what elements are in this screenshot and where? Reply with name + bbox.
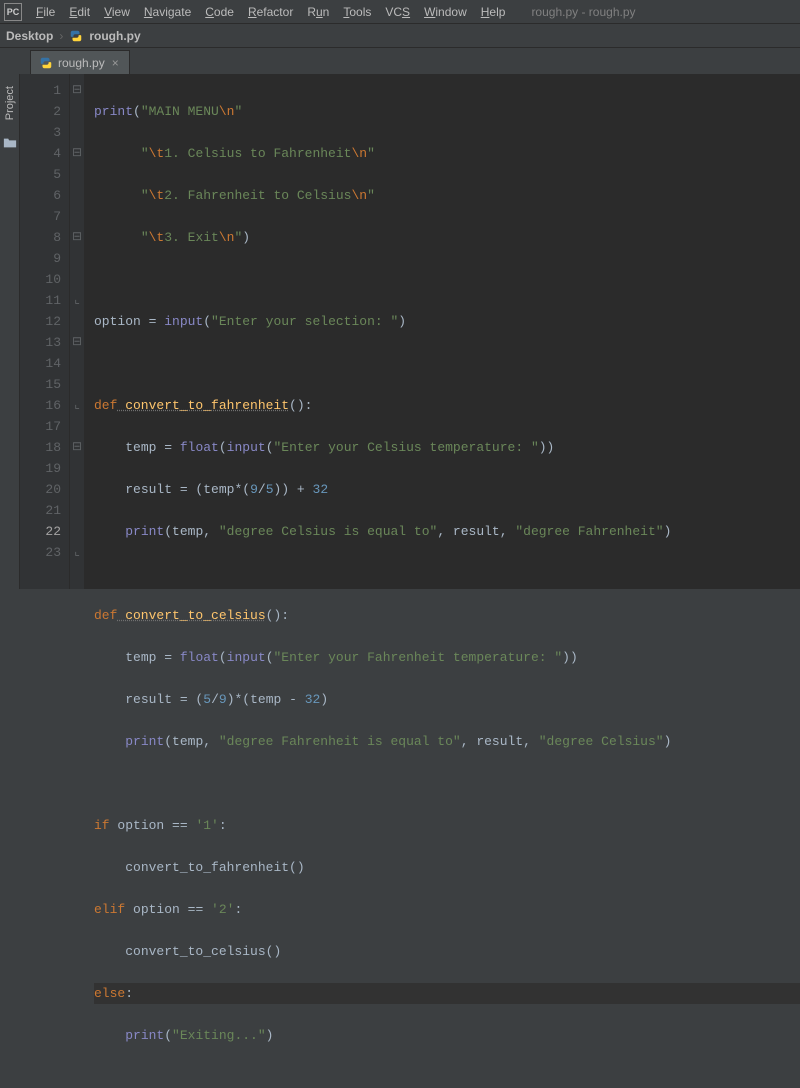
menu-navigate[interactable]: Navigate (138, 3, 197, 21)
code-editor[interactable]: 1234567891011121314151617181920212223 ⊟ … (20, 74, 800, 589)
code-line: if option == '1': (94, 815, 800, 836)
menu-view[interactable]: View (98, 3, 136, 21)
menu-help[interactable]: Help (475, 3, 512, 21)
code-line: result = (5/9)*(temp - 32) (94, 689, 800, 710)
code-line (94, 269, 800, 290)
code-line (94, 353, 800, 374)
code-line: convert_to_fahrenheit() (94, 857, 800, 878)
menu-window[interactable]: Window (418, 3, 473, 21)
tab-rough-py[interactable]: rough.py × (30, 50, 130, 74)
code-line (94, 563, 800, 584)
code-line (94, 773, 800, 794)
python-file-icon (39, 56, 53, 70)
code-line: print("MAIN MENU\n" (94, 101, 800, 122)
code-line: def convert_to_fahrenheit(): (94, 395, 800, 416)
python-file-icon (69, 29, 83, 43)
fold-gutter[interactable]: ⊟ ⊟ ⊟ ⌞ ⊟ ⌞ ⊟ ⌞ (70, 74, 84, 589)
menu-file[interactable]: File (30, 3, 61, 21)
close-icon[interactable]: × (110, 56, 121, 70)
code-line: temp = float(input("Enter your Celsius t… (94, 437, 800, 458)
code-line: print(temp, "degree Fahrenheit is equal … (94, 731, 800, 752)
breadcrumb-file[interactable]: rough.py (89, 29, 140, 43)
code-line: print("Exiting...") (94, 1025, 800, 1046)
app-logo-icon: PC (4, 3, 22, 21)
code-line: "\t1. Celsius to Fahrenheit\n" (94, 143, 800, 164)
breadcrumb-separator-icon: › (59, 29, 63, 43)
menubar: PC File Edit View Navigate Code Refactor… (0, 0, 800, 24)
code-line: result = (temp*(9/5)) + 32 (94, 479, 800, 500)
toolwindow-stripe: Project (0, 74, 20, 589)
menu-edit[interactable]: Edit (63, 3, 96, 21)
code-line: print(temp, "degree Celsius is equal to"… (94, 521, 800, 542)
code-line: temp = float(input("Enter your Fahrenhei… (94, 647, 800, 668)
window-title: rough.py - rough.py (531, 5, 635, 19)
breadcrumb: Desktop › rough.py (0, 24, 800, 48)
tab-label: rough.py (58, 56, 105, 70)
code-line: option = input("Enter your selection: ") (94, 311, 800, 332)
code-line: "\t3. Exit\n") (94, 227, 800, 248)
folder-icon (3, 136, 17, 150)
menu-tools[interactable]: Tools (337, 3, 377, 21)
code-line: "\t2. Fahrenheit to Celsius\n" (94, 185, 800, 206)
line-number-gutter: 1234567891011121314151617181920212223 (20, 74, 70, 589)
menu-code[interactable]: Code (199, 3, 240, 21)
menu-refactor[interactable]: Refactor (242, 3, 299, 21)
code-line: else: (94, 983, 800, 1004)
menu-run[interactable]: Run (301, 3, 335, 21)
code-line: elif option == '2': (94, 899, 800, 920)
menu-vcs[interactable]: VCS (379, 3, 416, 21)
code-line: convert_to_celsius() (94, 941, 800, 962)
toolwindow-project-button[interactable]: Project (2, 80, 18, 126)
code-line: def convert_to_celsius(): (94, 605, 800, 626)
editor-tabs: rough.py × (0, 48, 800, 74)
breadcrumb-root[interactable]: Desktop (6, 29, 53, 43)
code-area[interactable]: print("MAIN MENU\n" "\t1. Celsius to Fah… (84, 74, 800, 589)
